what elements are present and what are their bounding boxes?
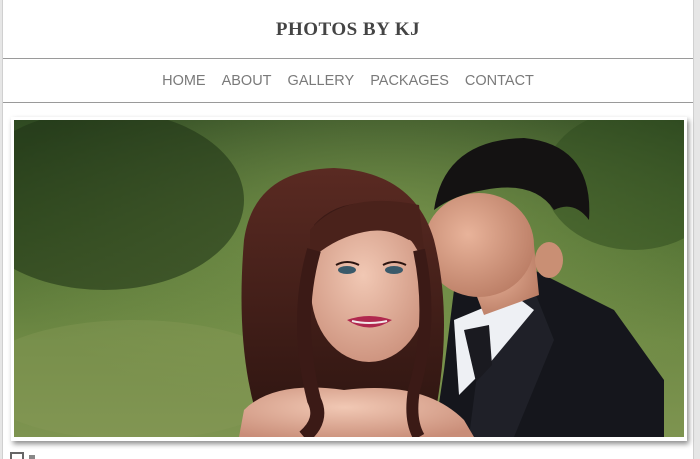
nav-item-packages[interactable]: PACKAGES: [370, 73, 449, 89]
bullet-icon: [29, 455, 35, 459]
page: PHOTOS BY KJ HOME ABOUT GALLERY PACKAGES…: [0, 0, 700, 459]
nav-item-about[interactable]: ABOUT: [222, 73, 272, 89]
nav-item-home[interactable]: HOME: [162, 73, 206, 89]
couple-photo-image: [14, 120, 684, 437]
site-title[interactable]: PHOTOS BY KJ: [276, 19, 420, 41]
menu-icon[interactable]: [10, 452, 24, 459]
site-frame: PHOTOS BY KJ HOME ABOUT GALLERY PACKAGES…: [2, 0, 694, 459]
hero-photo: [11, 117, 687, 441]
nav-item-contact[interactable]: CONTACT: [465, 73, 534, 89]
nav-item-gallery[interactable]: GALLERY: [288, 73, 355, 89]
main-nav: HOME ABOUT GALLERY PACKAGES CONTACT: [3, 59, 693, 103]
site-header: PHOTOS BY KJ: [3, 0, 693, 59]
